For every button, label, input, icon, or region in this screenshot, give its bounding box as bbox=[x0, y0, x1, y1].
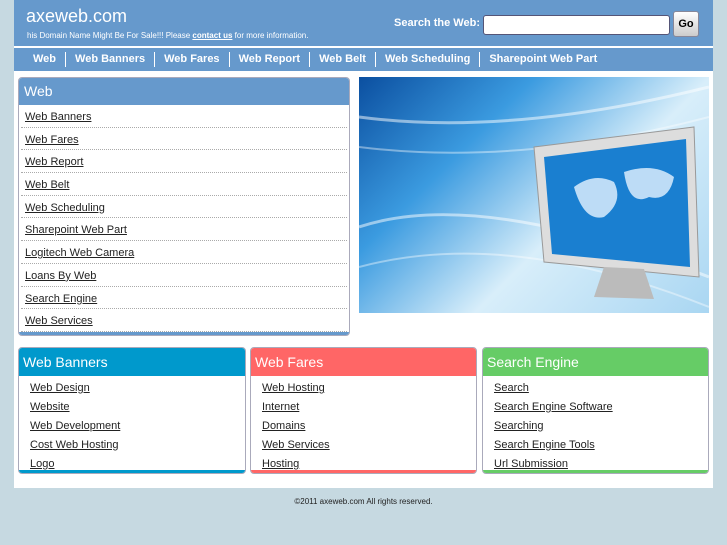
web-link[interactable]: Logitech Web Camera bbox=[25, 247, 134, 259]
web-link[interactable]: Web Services bbox=[25, 315, 93, 327]
web-link[interactable]: Web Banners bbox=[25, 111, 91, 123]
tagline-text-end: for more information. bbox=[232, 31, 309, 40]
box-link[interactable]: Web Services bbox=[262, 439, 330, 451]
tagline-text: his Domain Name Might Be For Sale!!! Ple… bbox=[27, 31, 193, 40]
box-link[interactable]: Cost Web Hosting bbox=[30, 439, 118, 451]
box-link[interactable]: Website bbox=[30, 401, 70, 413]
list-item: Web Hosting bbox=[262, 377, 476, 396]
box-link[interactable]: Hosting bbox=[262, 458, 299, 470]
box-bottom-bar bbox=[19, 470, 245, 473]
list-item: Searching bbox=[494, 415, 708, 434]
list-item: Web Services bbox=[21, 309, 347, 332]
box-title: Web bbox=[19, 78, 349, 105]
list-item: Search Engine bbox=[21, 287, 347, 310]
contact-link[interactable]: contact us bbox=[192, 31, 232, 40]
box-link[interactable]: Web Hosting bbox=[262, 382, 325, 394]
list-item: Domains bbox=[262, 415, 476, 434]
web-link[interactable]: Search Engine bbox=[25, 293, 97, 305]
box-link[interactable]: Url Submission bbox=[494, 458, 568, 470]
list-item: Web Services bbox=[262, 434, 476, 453]
list-item: Loans By Web bbox=[21, 264, 347, 287]
list-item: Sharepoint Web Part bbox=[21, 218, 347, 242]
search-input[interactable] bbox=[483, 15, 670, 35]
box-link[interactable]: Domains bbox=[262, 420, 305, 432]
footer-copyright: ©2011 axeweb.com All rights reserved. bbox=[294, 497, 433, 506]
list-item: Web Design bbox=[30, 377, 245, 396]
web-link[interactable]: Web Report bbox=[25, 156, 84, 168]
header: axeweb.com his Domain Name Might Be For … bbox=[14, 0, 713, 46]
web-banners-box: Web Banners Web Design Website Web Develop… bbox=[18, 347, 246, 474]
list-item: Web Belt bbox=[21, 173, 347, 196]
nav-item[interactable]: Web Banners bbox=[65, 52, 154, 67]
box-title: Web Fares bbox=[251, 348, 476, 376]
box-link[interactable]: Internet bbox=[262, 401, 299, 413]
web-fares-box: Web Fares Web Hosting Internet Domains Web … bbox=[250, 347, 477, 474]
tagline: his Domain Name Might Be For Sale!!! Ple… bbox=[27, 31, 308, 40]
box-link[interactable]: Searching bbox=[494, 420, 544, 432]
web-link[interactable]: Loans By Web bbox=[25, 270, 96, 282]
web-links-box: Web Web Banners Web Fares Web Report Web Be… bbox=[18, 77, 350, 336]
box-link[interactable]: Web Design bbox=[30, 382, 90, 394]
list-item: Search Engine Software bbox=[494, 396, 708, 415]
box-bottom-bar bbox=[483, 470, 708, 473]
nav-item[interactable]: Sharepoint Web Part bbox=[479, 52, 606, 67]
box-title: Web Banners bbox=[19, 348, 245, 376]
list-item: Web Report bbox=[21, 150, 347, 174]
box-link[interactable]: Search bbox=[494, 382, 529, 394]
box-bottom-bar bbox=[19, 332, 349, 335]
box-link[interactable]: Web Development bbox=[30, 420, 120, 432]
computer-globe-illustration bbox=[359, 85, 709, 308]
web-link[interactable]: Web Fares bbox=[25, 134, 79, 146]
go-button[interactable]: Go bbox=[673, 11, 699, 37]
list-item: Search Engine Tools bbox=[494, 434, 708, 453]
web-link[interactable]: Web Belt bbox=[25, 179, 69, 191]
list-item: Cost Web Hosting bbox=[30, 434, 245, 453]
site-logo[interactable]: axeweb.com bbox=[26, 6, 127, 27]
nav-item[interactable]: Web Belt bbox=[309, 52, 375, 67]
list-item: Web Banners bbox=[21, 105, 347, 128]
nav-item[interactable]: Web bbox=[24, 52, 65, 67]
web-link[interactable]: Web Scheduling bbox=[25, 202, 105, 214]
box-title: Search Engine bbox=[483, 348, 708, 376]
list-item: Internet bbox=[262, 396, 476, 415]
list-item: Search bbox=[494, 377, 708, 396]
list-item: Web Development bbox=[30, 415, 245, 434]
list-item: Logitech Web Camera bbox=[21, 241, 347, 264]
nav-item[interactable]: Web Report bbox=[228, 52, 310, 67]
box-bottom-bar bbox=[251, 470, 476, 473]
hero-image bbox=[359, 77, 709, 313]
box-link[interactable]: Search Engine Tools bbox=[494, 439, 595, 451]
nav-item[interactable]: Web Scheduling bbox=[374, 52, 479, 67]
search-engine-box: Search Engine Search Search Engine Softwa… bbox=[482, 347, 709, 474]
list-item: Web Fares bbox=[21, 128, 347, 151]
box-link[interactable]: Search Engine Software bbox=[494, 401, 613, 413]
web-link[interactable]: Sharepoint Web Part bbox=[25, 224, 127, 236]
list-item: Web Scheduling bbox=[21, 196, 347, 219]
list-item: Website bbox=[30, 396, 245, 415]
top-nav: Web Web Banners Web Fares Web Report Web… bbox=[14, 48, 713, 71]
search-label: Search the Web: bbox=[394, 17, 480, 29]
nav-item[interactable]: Web Fares bbox=[154, 52, 228, 67]
page-container: axeweb.com his Domain Name Might Be For … bbox=[14, 0, 713, 488]
box-link[interactable]: Logo bbox=[30, 458, 54, 470]
